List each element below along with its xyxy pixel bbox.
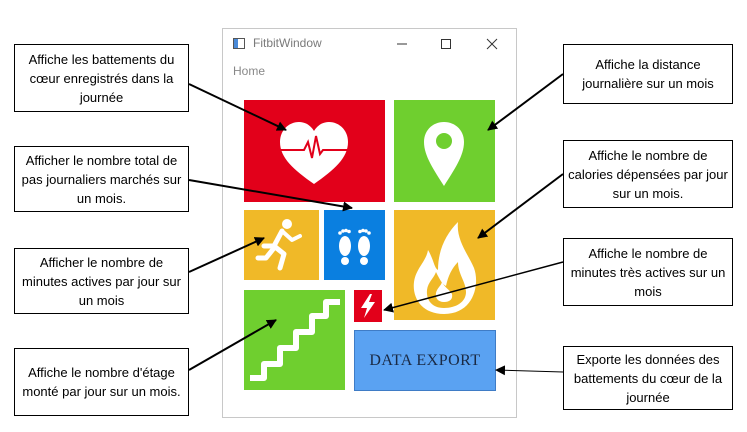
callout-export: Exporte les données des battements du cœ… xyxy=(563,346,733,410)
app-icon xyxy=(233,38,245,49)
footprints-icon xyxy=(338,228,371,265)
callout-very-active: Affiche le nombre de minutes très active… xyxy=(563,238,733,306)
callout-calories: Affiche le nombre de calories dépensées … xyxy=(563,140,733,208)
callout-heart: Affiche les battements du cœur enregistr… xyxy=(14,44,189,112)
bolt-tile[interactable] xyxy=(354,290,382,322)
minimize-button[interactable] xyxy=(391,34,413,54)
map-tile[interactable] xyxy=(394,100,495,202)
callout-steps: Afficher le nombre total de pas journali… xyxy=(14,146,189,212)
window-titlebar: FitbitWindow xyxy=(223,29,516,59)
flame-icon xyxy=(413,222,477,314)
callout-floors: Affiche le nombre d'étage monté par jour… xyxy=(14,348,189,416)
steps-tile[interactable] xyxy=(324,210,385,280)
stairs-icon xyxy=(250,299,340,381)
close-icon xyxy=(486,38,498,50)
fire-tile[interactable] xyxy=(394,210,495,320)
data-export-button[interactable]: DATA EXPORT xyxy=(354,330,496,391)
callout-distance: Affiche la distance journalière sur un m… xyxy=(563,44,733,104)
heart-pulse-icon xyxy=(280,122,348,184)
runner-icon xyxy=(255,219,302,271)
menu-home[interactable]: Home xyxy=(233,64,265,78)
stairs-tile[interactable] xyxy=(244,290,345,390)
maximize-icon xyxy=(441,39,451,49)
maximize-button[interactable] xyxy=(435,34,457,54)
heart-tile[interactable] xyxy=(244,100,385,202)
close-button[interactable] xyxy=(481,34,503,54)
lightning-icon xyxy=(361,294,375,318)
map-pin-icon xyxy=(424,122,464,186)
window-title: FitbitWindow xyxy=(253,36,322,50)
runner-tile[interactable] xyxy=(244,210,319,280)
minimize-icon xyxy=(397,43,407,45)
callout-active: Afficher le nombre de minutes actives pa… xyxy=(14,248,189,314)
